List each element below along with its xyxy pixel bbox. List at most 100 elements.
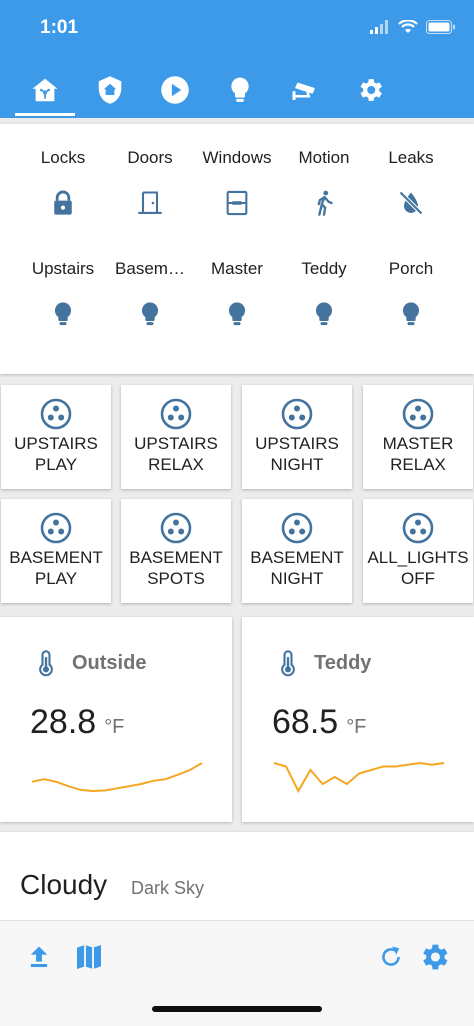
sensor-value-row: 68.5 °F xyxy=(272,703,366,742)
sensor-header: Outside xyxy=(36,649,146,677)
scene-label: ALL_LIGHTS OFF xyxy=(363,547,473,589)
sensor-value: 28.8 xyxy=(30,703,97,741)
entity-teddy[interactable]: Teddy xyxy=(277,259,371,328)
entity-label: Upstairs xyxy=(31,259,95,278)
sparkline-path xyxy=(273,761,445,794)
scene-button[interactable]: UPSTAIRS RELAX xyxy=(121,385,231,489)
sensor-value-row: 28.8 °F xyxy=(30,703,124,742)
lightbulb-icon xyxy=(402,302,420,326)
view-tabs xyxy=(0,62,474,118)
map-button[interactable] xyxy=(71,939,107,975)
entity-leaks[interactable]: Leaks xyxy=(364,148,458,217)
entity-label: Windows xyxy=(202,148,272,167)
gear-icon xyxy=(423,944,448,970)
entity-label: Porch xyxy=(388,259,434,278)
scene-label-line: UPSTAIRS xyxy=(134,434,218,453)
scene-label-line: PLAY xyxy=(34,455,78,474)
lightbulb-icon xyxy=(315,302,333,326)
status-bar: 1:01 xyxy=(0,0,474,56)
sparkline-path xyxy=(31,762,203,793)
tab-lights[interactable] xyxy=(210,62,270,118)
sensor-header: Teddy xyxy=(278,649,371,677)
sensor-value: 68.5 xyxy=(272,703,339,741)
lightbulb-icon xyxy=(228,302,246,326)
scene-label-line: UPSTAIRS xyxy=(255,434,339,453)
sensor-sparkline xyxy=(273,761,445,794)
scene-label-line: OFF xyxy=(401,569,435,588)
upload-button[interactable] xyxy=(21,939,57,975)
entity-label: Leaks xyxy=(388,148,434,167)
scene-button[interactable]: UPSTAIRS NIGHT xyxy=(242,385,352,489)
sensor-name: Outside xyxy=(72,651,147,674)
entity-basement[interactable]: Basem… xyxy=(103,259,197,328)
scene-label: BASEMENT SPOTS xyxy=(121,547,231,589)
tab-security[interactable] xyxy=(80,62,140,118)
battery-icon xyxy=(426,20,455,34)
entity-doors[interactable]: Doors xyxy=(103,148,197,217)
tab-media[interactable] xyxy=(145,62,205,118)
weather-condition: Cloudy xyxy=(20,869,108,900)
walk-icon xyxy=(317,190,333,216)
scene-palette-icon xyxy=(402,398,434,430)
scene-palette-icon xyxy=(281,398,313,430)
signal-icon xyxy=(370,20,388,34)
entity-motion[interactable]: Motion xyxy=(277,148,371,217)
lightbulb-icon xyxy=(141,302,159,326)
gear-icon xyxy=(360,79,382,101)
scene-button[interactable]: MASTER RELAX xyxy=(363,385,473,489)
scene-label-line: ALL_LIGHTS xyxy=(367,548,469,567)
entity-windows[interactable]: Windows xyxy=(190,148,284,217)
shield-home-icon xyxy=(98,76,122,104)
scene-button[interactable]: BASEMENT NIGHT xyxy=(242,499,352,603)
tab-cameras[interactable] xyxy=(275,62,335,118)
home-automation-icon xyxy=(32,78,58,102)
door-icon xyxy=(138,191,162,214)
wifi-icon xyxy=(398,20,418,33)
scene-label-line: BASEMENT xyxy=(129,548,223,567)
entity-label: Teddy xyxy=(301,259,347,278)
app-header: 1:01 xyxy=(0,0,474,118)
refresh-icon xyxy=(382,946,400,966)
entity-upstairs[interactable]: Upstairs xyxy=(16,259,110,328)
scene-palette-icon xyxy=(281,512,313,544)
scene-button[interactable]: BASEMENT SPOTS xyxy=(121,499,231,603)
scene-label-line: SPOTS xyxy=(147,569,205,588)
scene-label-line: RELAX xyxy=(148,455,204,474)
window-icon xyxy=(226,190,248,216)
scene-label: UPSTAIRS PLAY xyxy=(1,433,111,475)
thermometer-icon xyxy=(39,650,53,677)
scene-label: UPSTAIRS NIGHT xyxy=(242,433,352,475)
scene-palette-icon xyxy=(40,398,72,430)
sensor-card-teddy[interactable]: Teddy 68.5 °F xyxy=(242,617,474,822)
entity-master[interactable]: Master xyxy=(190,259,284,328)
sensor-card-outside[interactable]: Outside 28.8 °F xyxy=(0,617,232,822)
cctv-camera-icon xyxy=(292,82,315,100)
scene-label-line: NIGHT xyxy=(270,569,324,588)
thermometer-icon xyxy=(281,650,295,677)
map-icon xyxy=(77,945,101,969)
weather-source: Dark Sky xyxy=(131,878,205,898)
tab-home[interactable] xyxy=(15,62,75,118)
entity-locks[interactable]: Locks xyxy=(16,148,110,217)
entity-label: Locks xyxy=(40,148,86,167)
water-off-icon xyxy=(399,191,423,215)
scene-label-line: RELAX xyxy=(390,455,446,474)
scene-label-line: NIGHT xyxy=(270,455,324,474)
scene-button[interactable]: BASEMENT PLAY xyxy=(1,499,111,603)
settings-button[interactable] xyxy=(416,939,452,975)
scene-button[interactable]: UPSTAIRS PLAY xyxy=(1,385,111,489)
play-circle-icon xyxy=(161,76,189,104)
sensor-unit: °F xyxy=(346,716,367,738)
scene-label: MASTER RELAX xyxy=(363,433,473,475)
upload-icon xyxy=(30,946,48,968)
scene-label: BASEMENT PLAY xyxy=(1,547,111,589)
sensor-sparkline xyxy=(31,762,203,793)
entity-porch[interactable]: Porch xyxy=(364,259,458,328)
lock-icon xyxy=(54,190,72,215)
status-icons xyxy=(370,20,456,34)
home-indicator[interactable] xyxy=(152,1006,322,1012)
tab-settings[interactable] xyxy=(340,62,400,118)
scene-button[interactable]: ALL_LIGHTS OFF xyxy=(363,499,473,603)
scene-palette-icon xyxy=(40,512,72,544)
refresh-button[interactable] xyxy=(373,939,409,975)
